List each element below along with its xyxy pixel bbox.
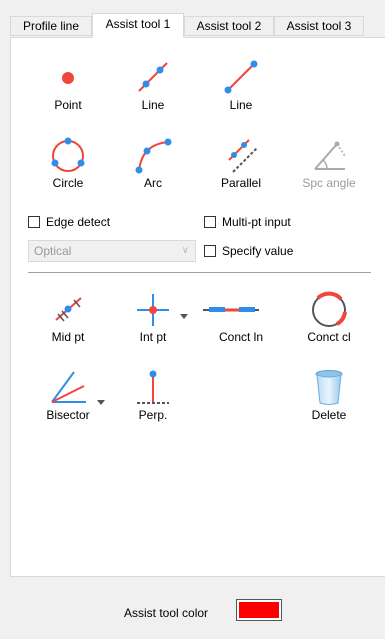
- bisector-tool-button[interactable]: Bisector: [33, 368, 103, 422]
- specify-value-box[interactable]: [204, 245, 216, 257]
- circle-tool-button[interactable]: Circle: [33, 136, 103, 190]
- specify-value-checkbox[interactable]: Specify value: [204, 244, 293, 258]
- chevron-down-icon: ∨: [181, 245, 189, 256]
- parallel-tool-button[interactable]: Parallel: [206, 136, 276, 190]
- intersection-point-icon: [137, 294, 169, 326]
- arc-tool-button[interactable]: Arc: [118, 136, 188, 190]
- multi-pt-input-box[interactable]: [204, 216, 216, 228]
- bisector-icon: [51, 371, 86, 403]
- line-label: Line: [141, 98, 165, 112]
- perp-tool-button[interactable]: Perp.: [118, 368, 188, 422]
- connect-line-icon: [203, 307, 259, 312]
- mid-pt-label: Mid pt: [51, 330, 85, 344]
- parallel-icon: [228, 139, 258, 173]
- point-icon: [62, 72, 74, 84]
- conct-cl-label: Conct cl: [307, 330, 351, 344]
- footer: Assist tool color: [0, 590, 385, 630]
- edge-mode-select[interactable]: Optical ∨: [28, 240, 196, 262]
- circle-label: Circle: [52, 176, 84, 190]
- color-swatch: [239, 602, 279, 618]
- perp-label: Perp.: [138, 408, 168, 422]
- arc-icon: [135, 138, 172, 174]
- line-endpoint-icon: [224, 60, 258, 94]
- line-endpoint-tool-button[interactable]: Line: [206, 58, 276, 112]
- edge-detect-label: Edge detect: [46, 215, 111, 229]
- separator: [28, 272, 371, 273]
- conct-ln-label: Conct ln: [218, 330, 264, 344]
- assist-tool-panel: Point Line Line Circle Arc Parallel Spc …: [10, 37, 385, 577]
- int-pt-tool-button[interactable]: Int pt: [118, 290, 188, 344]
- assist-tool-color-label: Assist tool color: [124, 606, 209, 620]
- conct-cl-tool-button[interactable]: Conct cl: [294, 290, 364, 344]
- specify-value-label: Specify value: [222, 244, 294, 258]
- bisector-dropdown-icon[interactable]: [97, 400, 105, 405]
- parallel-label: Parallel: [220, 176, 262, 190]
- bisector-label: Bisector: [46, 408, 90, 422]
- conct-ln-tool-button[interactable]: Conct ln: [203, 290, 276, 344]
- spc-angle-label: Spc angle: [302, 176, 356, 190]
- point-label: Point: [54, 98, 82, 112]
- specified-angle-icon: [314, 141, 346, 170]
- line-endpoint-label: Line: [229, 98, 253, 112]
- delete-label: Delete: [311, 408, 347, 422]
- assist-tool-color-button[interactable]: [236, 599, 282, 621]
- int-pt-label: Int pt: [139, 330, 167, 344]
- tab-profile-line[interactable]: Profile line: [10, 16, 92, 36]
- point-tool-button[interactable]: Point: [33, 58, 103, 112]
- edge-mode-value: Optical: [34, 244, 72, 258]
- arc-label: Arc: [144, 176, 162, 190]
- tab-assist-tool-1[interactable]: Assist tool 1: [92, 13, 184, 38]
- midpoint-icon: [55, 297, 82, 322]
- edge-detect-checkbox[interactable]: Edge detect: [28, 215, 110, 229]
- circle-icon: [51, 137, 85, 172]
- delete-tool-button[interactable]: Delete: [294, 368, 364, 422]
- line-two-point-icon: [138, 62, 168, 92]
- mid-pt-tool-button[interactable]: Mid pt: [33, 290, 103, 344]
- int-pt-dropdown-icon[interactable]: [180, 314, 188, 319]
- trash-can-icon: [315, 370, 343, 405]
- tab-assist-tool-2[interactable]: Assist tool 2: [184, 16, 274, 36]
- connect-circle-icon: [312, 291, 347, 327]
- tab-assist-tool-3[interactable]: Assist tool 3: [274, 16, 364, 36]
- multi-pt-input-label: Multi-pt input: [222, 215, 291, 229]
- spc-angle-tool-button[interactable]: Spc angle: [294, 136, 364, 190]
- perpendicular-icon: [137, 370, 169, 404]
- multi-pt-input-checkbox[interactable]: Multi-pt input: [204, 215, 291, 229]
- line-tool-button[interactable]: Line: [118, 58, 188, 112]
- edge-detect-box[interactable]: [28, 216, 40, 228]
